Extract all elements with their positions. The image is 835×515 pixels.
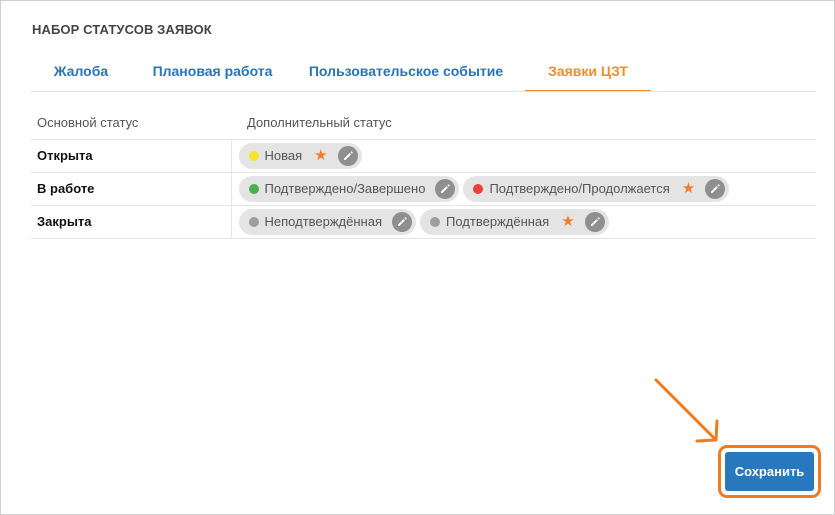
default-star-icon[interactable]: ★	[682, 181, 695, 196]
table-row: В работе Подтверждено/Завершено Подтвержде…	[31, 171, 817, 205]
status-chip-list: Неподтверждённая Подтверждённая ★	[238, 208, 817, 235]
main-status-cell: Закрыта	[31, 204, 232, 239]
edit-pencil-icon[interactable]	[435, 178, 456, 199]
panel-title: НАБОР СТАТУСОВ ЗАЯВОК	[32, 22, 212, 37]
extra-status-cell: Неподтверждённая Подтверждённая ★	[231, 204, 817, 239]
status-chip: Новая ★	[238, 142, 362, 169]
edit-pencil-icon[interactable]	[584, 211, 605, 232]
status-chip-label: Неподтверждённая	[264, 214, 383, 229]
status-set-panel: НАБОР СТАТУСОВ ЗАЯВОК Жалоба Плановая ра…	[0, 0, 835, 515]
extra-status-cell: Новая ★	[231, 138, 817, 172]
column-header-extra-status: Дополнительный статус	[247, 114, 392, 130]
status-color-dot-icon	[248, 216, 259, 227]
extra-status-cell: Подтверждено/Завершено Подтверждено/Продо…	[231, 171, 817, 205]
status-chip-label: Новая	[264, 148, 303, 163]
save-button[interactable]: Сохранить	[725, 452, 814, 491]
table-row: Закрыта Неподтверждённая Подтверждённая ★	[31, 204, 817, 239]
status-chip: Подтверждено/Продолжается ★	[463, 175, 730, 202]
edit-pencil-icon[interactable]	[705, 178, 726, 199]
status-chip-list: Подтверждено/Завершено Подтверждено/Продо…	[238, 175, 817, 202]
column-header-main-status: Основной статус	[37, 114, 139, 130]
status-color-dot-icon	[430, 216, 441, 227]
status-chip-label: Подтверждено/Продолжается	[489, 181, 670, 196]
main-status-cell: Открыта	[31, 138, 232, 172]
default-star-icon[interactable]: ★	[561, 214, 574, 229]
edit-pencil-icon[interactable]	[392, 211, 413, 232]
tab-complaint[interactable]: Жалоба	[31, 51, 131, 91]
status-color-dot-icon	[248, 183, 259, 194]
edit-pencil-icon[interactable]	[337, 145, 358, 166]
status-chip-list: Новая ★	[238, 142, 817, 169]
status-color-dot-icon	[473, 183, 484, 194]
status-chip: Неподтверждённая	[238, 208, 417, 235]
tab-user-event[interactable]: Пользовательское событие	[306, 51, 506, 91]
status-chip-label: Подтверждено/Завершено	[264, 181, 426, 196]
status-color-dot-icon	[248, 150, 259, 161]
pointer-arrow-icon	[651, 375, 723, 447]
status-chip: Подтверждённая ★	[420, 208, 609, 235]
status-table: Основной статус Дополнительный статус От…	[31, 106, 816, 239]
default-star-icon[interactable]: ★	[314, 148, 327, 163]
tab-bar: Жалоба Плановая работа Пользовательское …	[31, 51, 816, 92]
status-chip-label: Подтверждённая	[446, 214, 550, 229]
status-chip: Подтверждено/Завершено	[238, 175, 460, 202]
table-row: Открыта Новая ★	[31, 138, 817, 172]
table-header-row: Основной статус Дополнительный статус	[31, 106, 816, 139]
tab-czt-requests[interactable]: Заявки ЦЗТ	[525, 51, 651, 92]
tab-divider	[31, 91, 816, 92]
main-status-cell: В работе	[31, 171, 232, 205]
tab-planned-work[interactable]: Плановая работа	[143, 51, 282, 91]
